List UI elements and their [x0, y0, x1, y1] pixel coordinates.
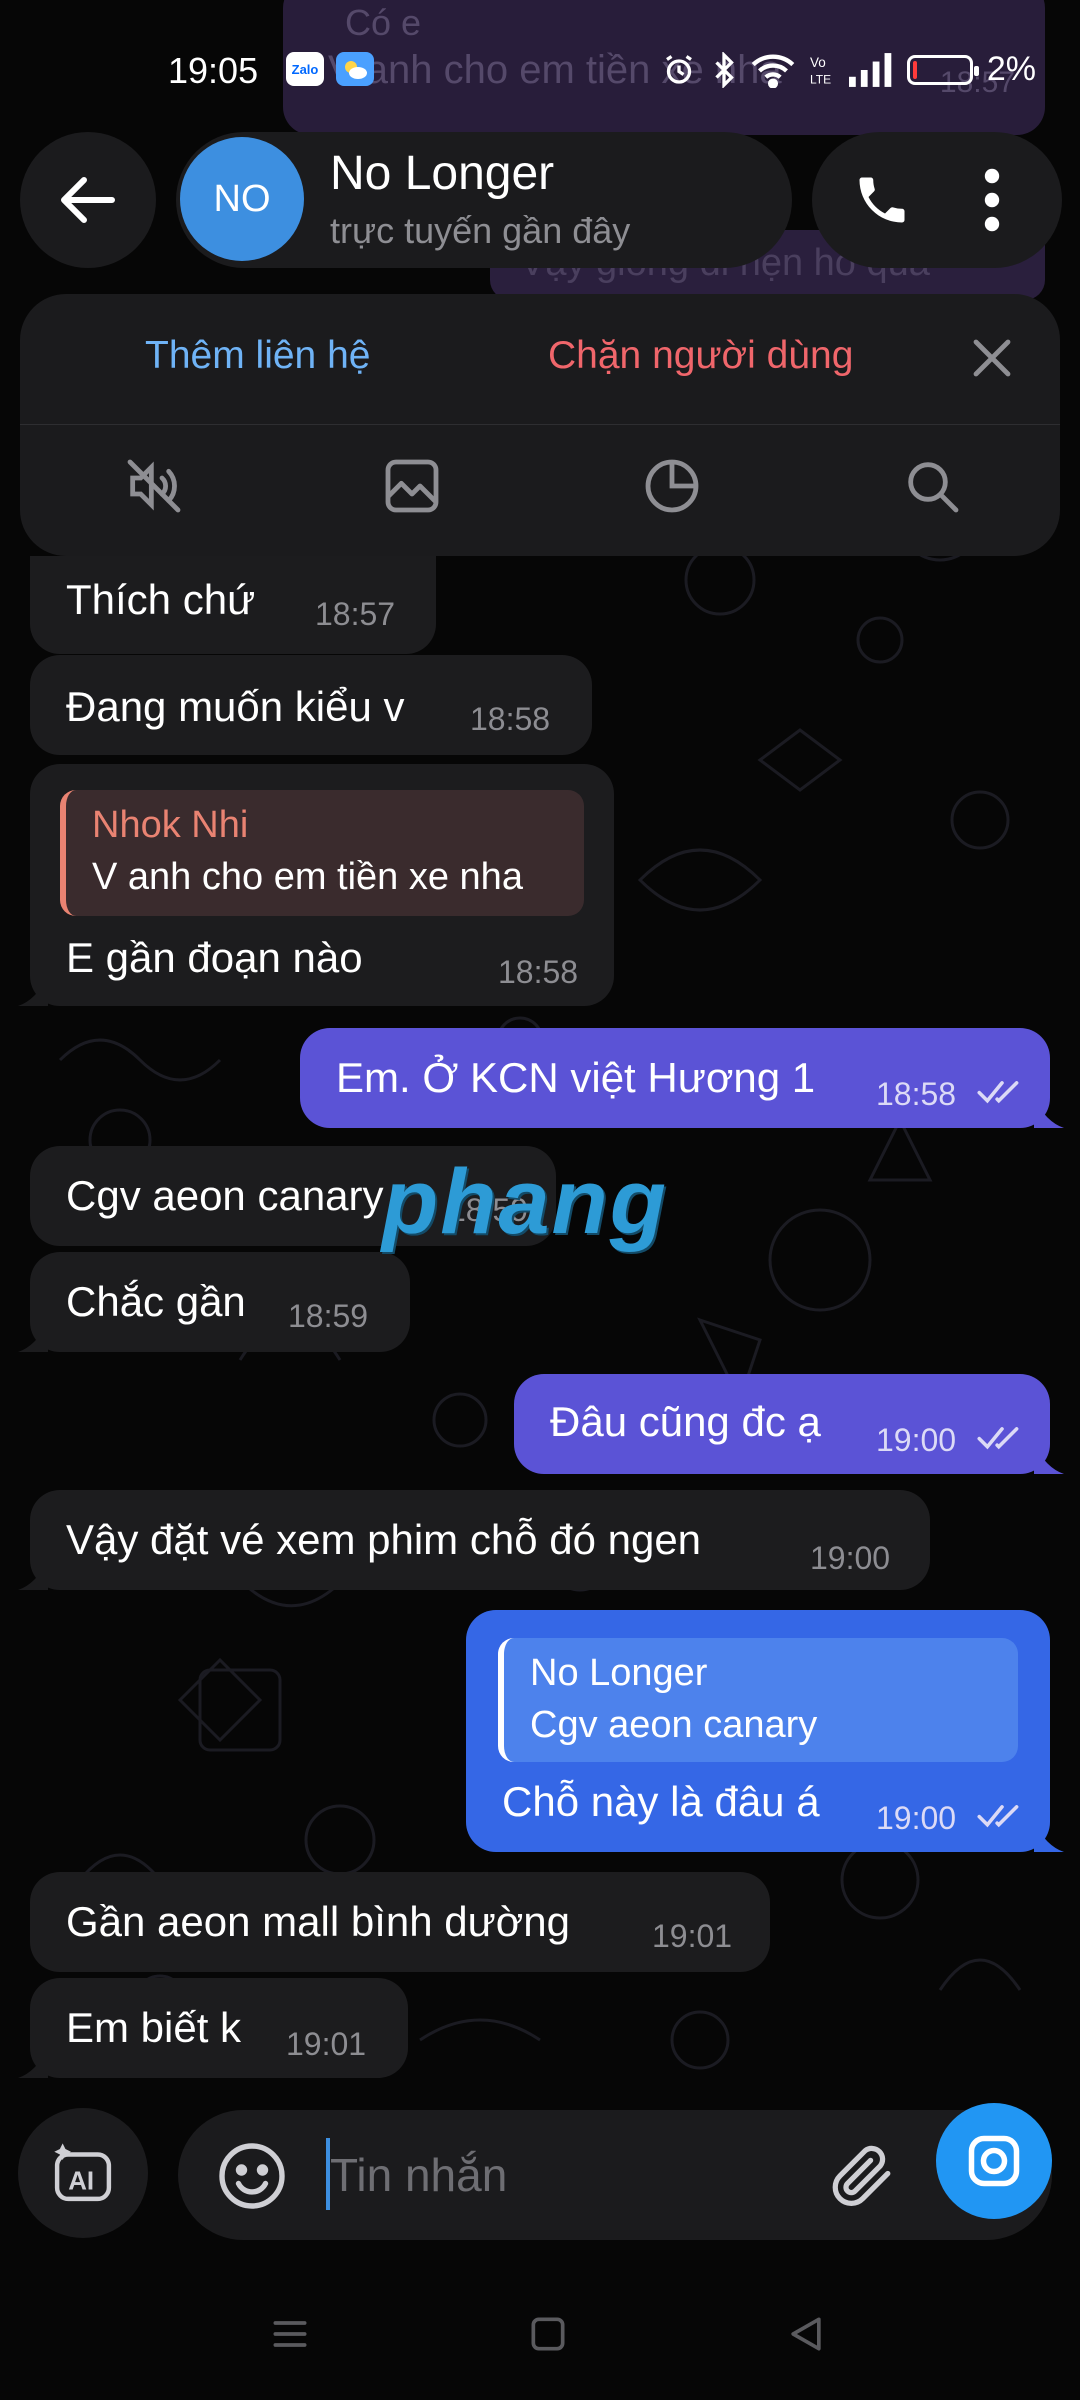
signal-icon: [848, 52, 892, 87]
bluetooth-icon: [715, 51, 734, 88]
svg-text:LTE: LTE: [810, 72, 831, 86]
quoted-text: V anh cho em tiền xe nha: [92, 856, 523, 898]
watermark-logo: phang: [382, 1150, 668, 1255]
contact-status: trực tuyến gần đây: [330, 210, 631, 251]
message-time: 19:01: [286, 2026, 367, 2062]
bubble-tail: [18, 2048, 48, 2078]
incoming-message[interactable]: Chắc gần 18:59: [18, 1252, 410, 1352]
nav-menu-icon[interactable]: [268, 2312, 312, 2356]
header-actions: [812, 132, 1062, 268]
zalo-notification-icon: Zalo: [286, 52, 324, 86]
avatar-initials: NO: [213, 177, 271, 220]
bubble-tail: [1034, 1822, 1064, 1852]
block-user-button[interactable]: Chặn người dùng: [548, 334, 853, 378]
add-contact-button[interactable]: Thêm liên hệ: [145, 334, 370, 378]
message-time: 19:00: [876, 1422, 957, 1458]
nav-home-icon[interactable]: [526, 2312, 570, 2356]
quoted-reply[interactable]: Nhok Nhi V anh cho em tiền xe nha: [60, 790, 584, 916]
incoming-message[interactable]: Vậy đặt vé xem phim chỗ đó ngen 19:00: [18, 1490, 930, 1590]
weather-notification-icon: [336, 52, 374, 86]
message-time: 18:58: [876, 1076, 957, 1112]
mute-icon[interactable]: [122, 454, 186, 518]
message-time: 18:58: [470, 701, 551, 737]
incoming-reply-message[interactable]: Nhok Nhi V anh cho em tiền xe nha E gần …: [18, 764, 614, 1006]
message-text: E gần đoạn nào: [66, 934, 363, 981]
panel-divider: [20, 424, 1060, 425]
bubble-tail: [1034, 1098, 1064, 1128]
search-icon[interactable]: [900, 454, 964, 518]
status-bar: 19:05 Zalo Vo LTE 2%: [0, 0, 1080, 140]
read-receipt-icon: [977, 1081, 1019, 1104]
volte-icon: Vo LTE: [810, 55, 831, 87]
status-time: 19:05: [168, 50, 259, 91]
message-text: Chắc gần: [66, 1278, 246, 1325]
system-navigation-bar: [0, 2268, 1080, 2400]
bubble-tail: [18, 976, 48, 1006]
incoming-message[interactable]: Em biết k 19:01: [18, 1978, 408, 2078]
outgoing-message[interactable]: Em. Ở KCN việt Hương 1 18:58: [300, 1028, 1064, 1128]
read-receipt-icon: [977, 1805, 1019, 1828]
message-time: 18:57: [315, 596, 396, 632]
outgoing-reply-message[interactable]: No Longer Cgv aeon canary Chỗ này là đâu…: [466, 1610, 1064, 1852]
message-text: Vậy đặt vé xem phim chỗ đó ngen: [66, 1516, 702, 1563]
ai-sparkle-icon: AI: [54, 2143, 112, 2202]
quoted-sender: Nhok Nhi: [92, 804, 249, 846]
quoted-text: Cgv aeon canary: [530, 1704, 818, 1746]
battery-percent: 2%: [986, 50, 1036, 88]
watermark-text: phang: [382, 1151, 668, 1253]
message-text: Gần aeon mall bình dường: [66, 1898, 570, 1945]
attach-icon[interactable]: [828, 2140, 898, 2210]
bubble-tail: [18, 1322, 48, 1352]
message-text: Chỗ này là đâu á: [502, 1778, 820, 1825]
alarm-icon: [665, 54, 692, 84]
message-text: Thích chứ: [66, 576, 256, 623]
incoming-message[interactable]: Gần aeon mall bình dường 19:01: [30, 1872, 770, 1972]
message-time: 19:00: [810, 1540, 891, 1576]
media-icon[interactable]: [380, 454, 444, 518]
message-text: Đang muốn kiểu v: [66, 683, 405, 730]
read-receipt-icon: [977, 1427, 1019, 1450]
nav-back-icon[interactable]: [784, 2312, 828, 2356]
phone-icon[interactable]: [852, 170, 912, 230]
message-text: Cgv aeon canary: [66, 1172, 384, 1219]
back-arrow-icon: [61, 177, 115, 223]
battery-icon: [906, 54, 979, 85]
quoted-sender: No Longer: [530, 1652, 708, 1694]
message-input[interactable]: [330, 2130, 790, 2220]
incoming-message[interactable]: Thích chứ 18:57: [30, 556, 436, 654]
emoji-icon[interactable]: [216, 2140, 288, 2212]
message-text: Em. Ở KCN việt Hương 1: [336, 1054, 816, 1101]
contact-action-panel: Thêm liên hệ Chặn người dùng: [20, 294, 1060, 556]
bubble-tail: [1034, 1444, 1064, 1474]
svg-text:Vo: Vo: [810, 55, 826, 70]
message-time: 18:58: [498, 954, 579, 990]
avatar[interactable]: NO: [180, 137, 304, 261]
message-time: 19:00: [876, 1800, 957, 1836]
back-button[interactable]: [20, 132, 156, 268]
camera-icon: [968, 2135, 1020, 2187]
camera-button[interactable]: [936, 2103, 1052, 2219]
ai-assistant-button[interactable]: AI: [18, 2108, 148, 2238]
message-text: Em biết k: [66, 2004, 242, 2051]
message-time: 19:01: [652, 1918, 733, 1954]
wifi-icon: [751, 54, 795, 88]
close-icon[interactable]: [972, 338, 1012, 378]
outgoing-message[interactable]: Đâu cũng đc ạ 19:00: [514, 1374, 1064, 1474]
contact-name: No Longer: [330, 147, 555, 200]
more-vert-icon[interactable]: [972, 168, 1012, 232]
contact-header[interactable]: NO No Longer trực tuyến gần đây: [176, 132, 792, 268]
message-text: Đâu cũng đc ạ: [550, 1398, 821, 1445]
history-icon[interactable]: [640, 454, 704, 518]
message-time: 18:59: [288, 1298, 369, 1334]
bubble-tail: [18, 1560, 48, 1590]
incoming-message[interactable]: Đang muốn kiểu v 18:58: [30, 655, 592, 755]
message-input-bar: [178, 2110, 1052, 2240]
quoted-reply[interactable]: No Longer Cgv aeon canary: [498, 1638, 1018, 1762]
svg-text:AI: AI: [68, 2168, 94, 2196]
